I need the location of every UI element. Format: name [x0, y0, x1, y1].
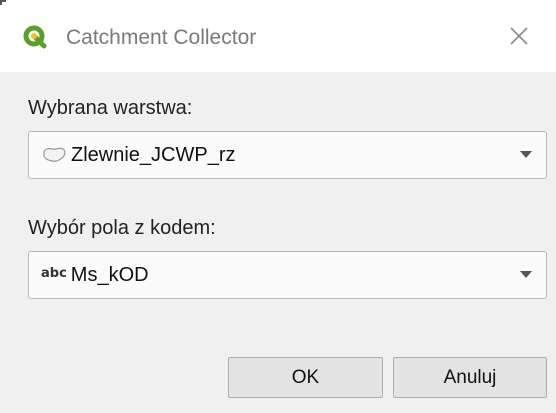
- catchment-collector-dialog: Catchment Collector Wybrana warstwa: Zle…: [0, 0, 556, 413]
- cancel-button[interactable]: Anuluj: [393, 357, 547, 398]
- ok-button[interactable]: OK: [228, 357, 383, 398]
- code-field-select-value: Ms_kOD: [70, 263, 149, 286]
- code-field-select[interactable]: abc Ms_kOD: [28, 251, 547, 299]
- layer-label: Wybrana warstwa:: [28, 97, 193, 119]
- chevron-down-icon: [520, 151, 532, 158]
- title-bar: Catchment Collector: [0, 0, 556, 72]
- close-button[interactable]: [496, 16, 542, 56]
- chevron-down-icon: [520, 271, 532, 278]
- text-field-icon: abc: [41, 265, 67, 281]
- polygon-layer-icon: [41, 145, 67, 165]
- window-title: Catchment Collector: [66, 26, 257, 49]
- layer-select-value: Zlewnie_JCWP_rz: [71, 143, 236, 166]
- window-corner-marker: [0, 0, 6, 5]
- close-icon: [510, 27, 528, 45]
- code-field-label: Wybór pola z kodem:: [28, 217, 216, 239]
- layer-select[interactable]: Zlewnie_JCWP_rz: [28, 131, 547, 179]
- qgis-icon: [23, 25, 47, 49]
